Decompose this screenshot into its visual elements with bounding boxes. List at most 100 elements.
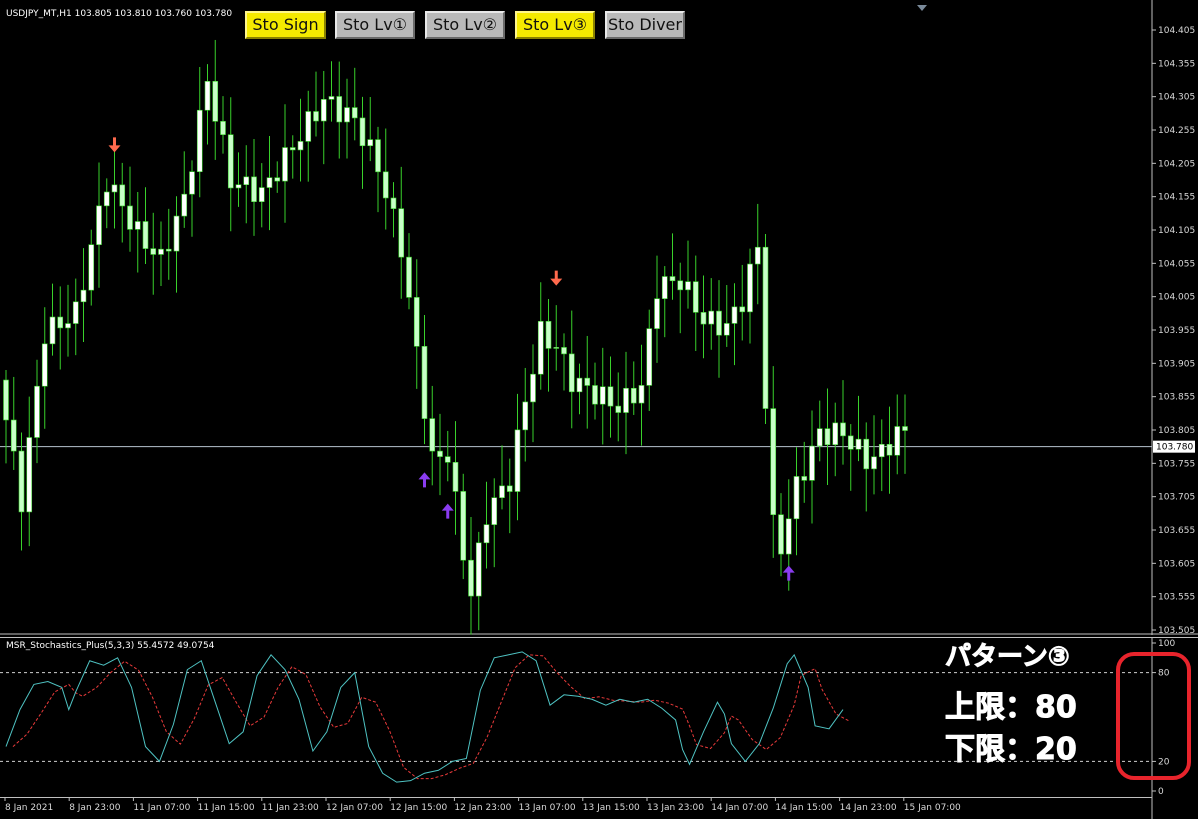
price-tick-label: 104.405 xyxy=(1158,26,1195,36)
candle-body xyxy=(165,248,172,252)
candle-body xyxy=(150,248,157,255)
candle-body xyxy=(413,297,420,347)
candle-body xyxy=(41,343,48,387)
candle-body xyxy=(382,171,389,199)
time-tick-label: 11 Jan 15:00 xyxy=(198,803,255,813)
price-tick-label: 103.505 xyxy=(1158,626,1195,635)
candle-body xyxy=(483,524,490,544)
candle-body xyxy=(778,514,784,555)
sto-diver-button[interactable]: Sto Diver xyxy=(605,11,685,39)
candle-body xyxy=(762,246,769,409)
candle-body xyxy=(669,276,676,282)
candle-body xyxy=(173,215,180,252)
candle-body xyxy=(661,276,668,299)
candle-body xyxy=(537,321,544,375)
candle-body xyxy=(88,244,95,291)
candle-body xyxy=(499,485,505,498)
price-chart[interactable]: 104.405 104.355 104.305 104.255 104.205 104.1… xyxy=(0,0,1198,635)
candle-body xyxy=(204,81,211,111)
price-tick-label: 104.255 xyxy=(1158,126,1195,136)
candle-body xyxy=(809,445,815,481)
candle-body xyxy=(313,111,319,122)
candle-body xyxy=(506,485,513,492)
candle-body xyxy=(468,559,474,597)
candle-body xyxy=(739,306,746,313)
candle-body xyxy=(832,422,839,445)
candle-body xyxy=(708,310,715,325)
candle-body xyxy=(351,107,358,119)
candle-body xyxy=(196,109,203,173)
candle-body xyxy=(723,323,730,336)
candle-body xyxy=(824,428,831,445)
candle-body xyxy=(630,387,637,404)
time-tick-label: 14 Jan 07:00 xyxy=(711,803,768,813)
lower-limit-label: 下限：20 xyxy=(945,732,1078,768)
candle-body xyxy=(886,444,893,456)
candle-body xyxy=(623,387,629,413)
candle-body xyxy=(747,263,753,313)
price-tick-label: 104.355 xyxy=(1158,59,1195,69)
price-tick-label: 104.205 xyxy=(1158,159,1195,169)
candle-body xyxy=(491,497,498,525)
candle-body xyxy=(615,405,622,413)
candle-body xyxy=(158,248,164,255)
candle-body xyxy=(584,377,591,386)
indicator-header: MSR_Stochastics_Plus(5,3,3) 55.4572 49.0… xyxy=(6,641,215,651)
price-tick-label: 103.905 xyxy=(1158,359,1195,369)
candle-body xyxy=(181,193,188,217)
candle-body xyxy=(289,147,296,151)
candle-body xyxy=(134,221,141,230)
candle-body xyxy=(80,289,87,303)
candle-body xyxy=(103,191,110,207)
price-tick-label: 103.605 xyxy=(1158,559,1195,569)
candle-body xyxy=(65,323,71,329)
candle-body xyxy=(375,139,381,173)
candle-body xyxy=(677,280,684,291)
candle-body xyxy=(514,429,521,492)
candle-body xyxy=(754,246,761,265)
candle-body xyxy=(770,408,777,515)
candle-body xyxy=(700,312,707,325)
candle-body xyxy=(568,353,575,393)
time-tick-label: 12 Jan 07:00 xyxy=(326,803,383,813)
candle-body xyxy=(398,208,405,258)
candle-body xyxy=(336,96,343,123)
candle-body xyxy=(406,256,412,298)
sto-lv3-button[interactable]: Sto Lv③ xyxy=(515,11,595,39)
candle-body xyxy=(685,281,691,291)
candle-body xyxy=(49,316,56,345)
time-tick-label: 15 Jan 07:00 xyxy=(904,803,961,813)
candle-body xyxy=(235,184,242,189)
candle-body xyxy=(437,450,443,457)
price-tick-label: 104.305 xyxy=(1158,93,1195,103)
candle-body xyxy=(816,428,823,447)
candle-body xyxy=(26,437,33,513)
candle-body xyxy=(96,205,102,245)
sto-lv1-button[interactable]: Sto Lv① xyxy=(335,11,415,39)
price-tick-label: 104.155 xyxy=(1158,193,1195,203)
candle-body xyxy=(359,117,366,147)
candle-body xyxy=(189,171,195,195)
time-tick-label: 8 Jan 2021 xyxy=(5,803,53,813)
candle-body xyxy=(57,316,64,329)
candle-body xyxy=(847,435,854,450)
upper-limit-label: 上限：80 xyxy=(945,690,1078,726)
sto-lv2-button[interactable]: Sto Lv② xyxy=(425,11,505,39)
candle-body xyxy=(646,328,653,386)
candle-body xyxy=(444,456,451,463)
pattern-title: パターン③ xyxy=(945,642,1071,673)
candle-body xyxy=(127,205,133,230)
time-tick-label: 11 Jan 23:00 xyxy=(262,803,319,813)
sto-sign-button[interactable]: Sto Sign xyxy=(245,11,326,39)
candle-body xyxy=(545,321,552,349)
price-tick-label: 104.105 xyxy=(1158,226,1195,236)
current-price-label: 103.780 xyxy=(1153,440,1195,453)
candle-body xyxy=(801,476,808,481)
time-tick-label: 14 Jan 23:00 xyxy=(840,803,897,813)
candle-body xyxy=(227,134,234,189)
candle-body xyxy=(305,111,312,142)
candle-body xyxy=(142,221,149,249)
candle-body xyxy=(212,81,219,122)
candle-body xyxy=(421,346,428,419)
price-chart-canvas[interactable]: 104.405 104.355 104.305 104.255 104.205 104.1… xyxy=(0,0,1198,635)
